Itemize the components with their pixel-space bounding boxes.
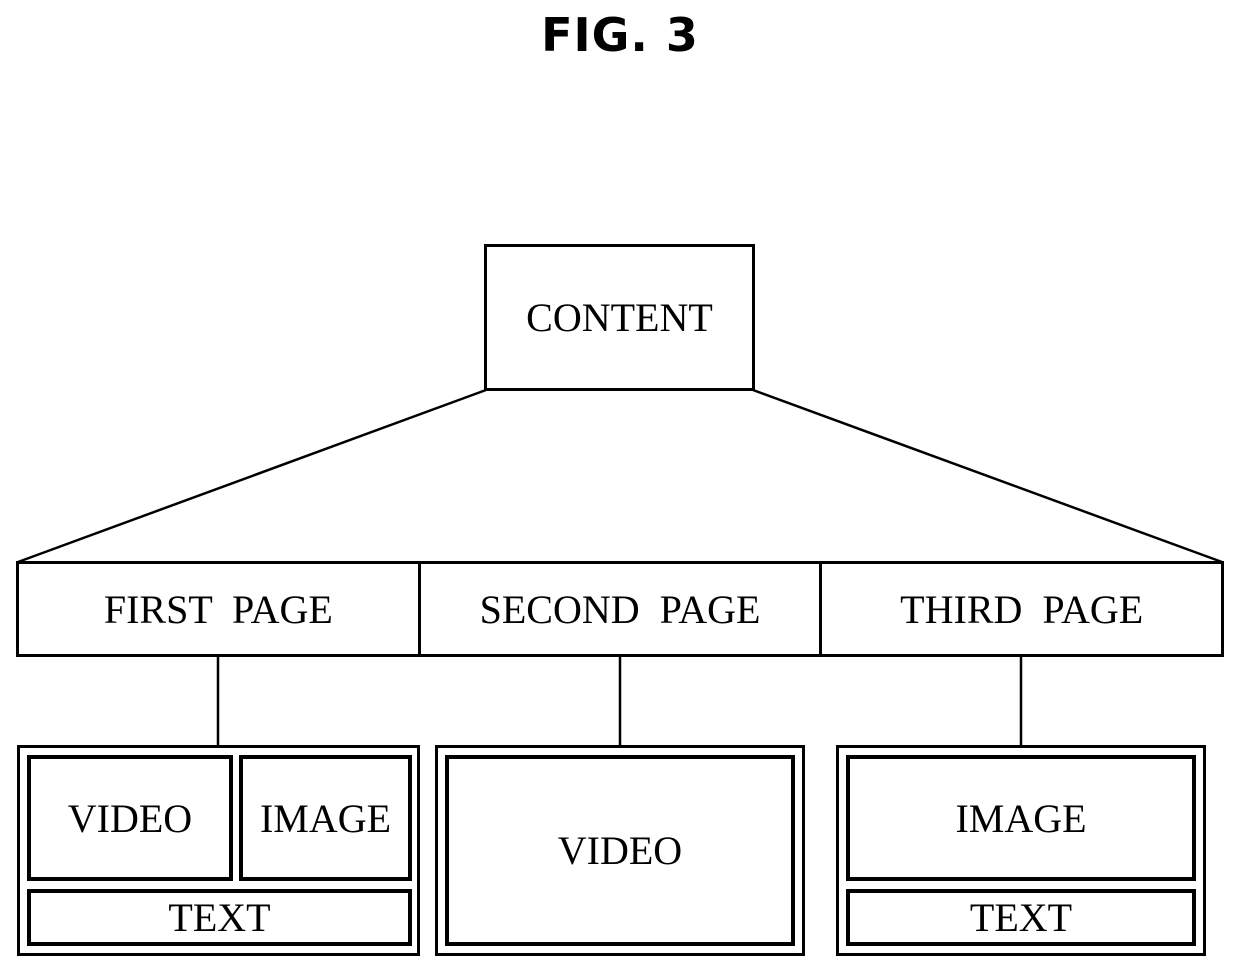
- page-bar: FIRST PAGE SECOND PAGE THIRD PAGE: [16, 561, 1224, 657]
- first-text-block: TEXT: [27, 889, 412, 946]
- connector-content-left: [17, 388, 487, 564]
- third-page-layout: IMAGE TEXT: [836, 745, 1206, 956]
- first-page-layout: VIDEO IMAGE TEXT: [17, 745, 420, 956]
- second-video-block: VIDEO: [445, 755, 795, 946]
- third-page-node: THIRD PAGE: [819, 564, 1221, 654]
- second-page-layout: VIDEO: [435, 745, 805, 956]
- first-video-block: VIDEO: [27, 755, 233, 881]
- first-page-node: FIRST PAGE: [103, 586, 333, 632]
- content-label: CONTENT: [526, 295, 713, 340]
- third-text-block: TEXT: [846, 889, 1196, 946]
- second-page-node: SECOND PAGE: [417, 564, 820, 654]
- content-node: CONTENT: [484, 244, 755, 391]
- connector-content-right: [752, 388, 1223, 564]
- third-image-block: IMAGE: [846, 755, 1196, 881]
- first-image-block: IMAGE: [239, 755, 412, 881]
